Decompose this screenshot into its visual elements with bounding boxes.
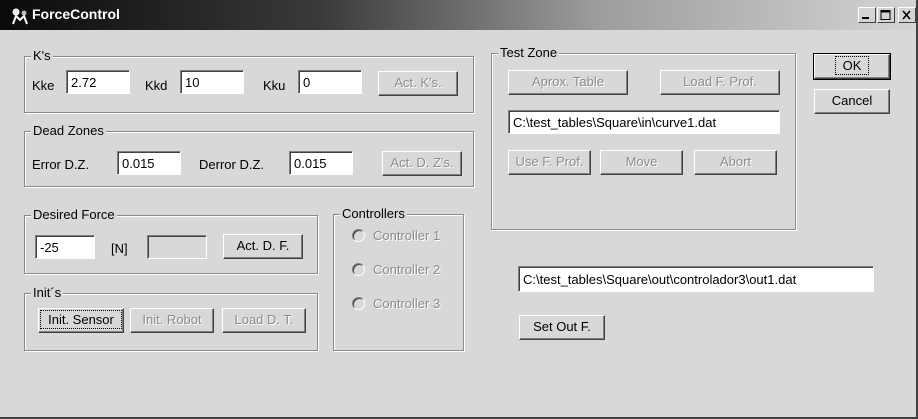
kkd-input[interactable] (180, 70, 244, 94)
kku-label: Kku (263, 78, 286, 93)
force-control-window: ForceControl K's Kke Kkd Kku Act. K's. D… (0, 0, 918, 419)
maximize-button[interactable] (877, 7, 895, 23)
error-dz-label: Error D.Z. (32, 157, 90, 172)
kkd-label: Kkd (145, 78, 168, 93)
act-df-button[interactable]: Act. D. F. (223, 234, 303, 259)
set-out-f-button[interactable]: Set Out F. (519, 315, 605, 340)
input-profile-path-field[interactable] (508, 110, 780, 134)
error-dz-input[interactable] (117, 151, 181, 175)
minimize-button[interactable] (858, 7, 876, 23)
desired-force-legend: Desired Force (31, 207, 117, 223)
app-icon (12, 8, 28, 25)
close-icon (902, 10, 911, 20)
controllers-legend: Controllers (340, 206, 407, 222)
close-button[interactable] (898, 7, 916, 23)
maximize-icon (880, 10, 891, 20)
use-f-prof-button[interactable]: Use F. Prof. (508, 150, 591, 175)
controller-2-radio[interactable] (352, 263, 365, 276)
init-sensor-button[interactable]: Init. Sensor (38, 308, 124, 333)
kke-input[interactable] (66, 70, 130, 94)
kku-input[interactable] (298, 70, 362, 94)
title-bar[interactable]: ForceControl (0, 0, 916, 30)
kke-label: Kke (32, 78, 55, 93)
controller-1-label: Controller 1 (373, 228, 441, 243)
derror-dz-label: Derror D.Z. (199, 157, 264, 172)
controller-3-radio[interactable] (352, 297, 365, 310)
init-robot-button[interactable]: Init. Robot (130, 308, 214, 333)
minimize-icon (862, 17, 869, 19)
load-f-prof-button[interactable]: Load F. Prof. (660, 70, 780, 95)
cancel-button[interactable]: Cancel (814, 89, 890, 114)
act-dzs-button[interactable]: Act. D. Z's. (382, 151, 462, 176)
force-readout-field (147, 235, 207, 259)
desired-force-input[interactable] (35, 235, 95, 259)
window-title: ForceControl (32, 6, 120, 22)
ks-legend: K's (31, 48, 53, 64)
controller-3-label: Controller 3 (373, 296, 441, 311)
aprox-table-button[interactable]: Aprox. Table (508, 70, 628, 95)
ok-label: OK (834, 56, 870, 75)
abort-button[interactable]: Abort (694, 150, 777, 175)
move-button[interactable]: Move (600, 150, 683, 175)
controller-2-label: Controller 2 (373, 262, 441, 277)
test-zone-legend: Test Zone (498, 45, 560, 61)
load-dt-button[interactable]: Load D. T. (222, 308, 306, 333)
inits-legend: Init´s (31, 285, 64, 301)
act-ks-button[interactable]: Act. K's. (378, 71, 458, 96)
force-unit-label: [N] (111, 241, 128, 256)
derror-dz-input[interactable] (289, 151, 353, 175)
output-file-path-field[interactable] (518, 266, 874, 292)
init-sensor-label: Init. Sensor (40, 310, 122, 329)
dead-zones-legend: Dead Zones (31, 123, 106, 139)
ok-button[interactable]: OK (813, 53, 891, 80)
controller-1-radio[interactable] (352, 229, 365, 242)
